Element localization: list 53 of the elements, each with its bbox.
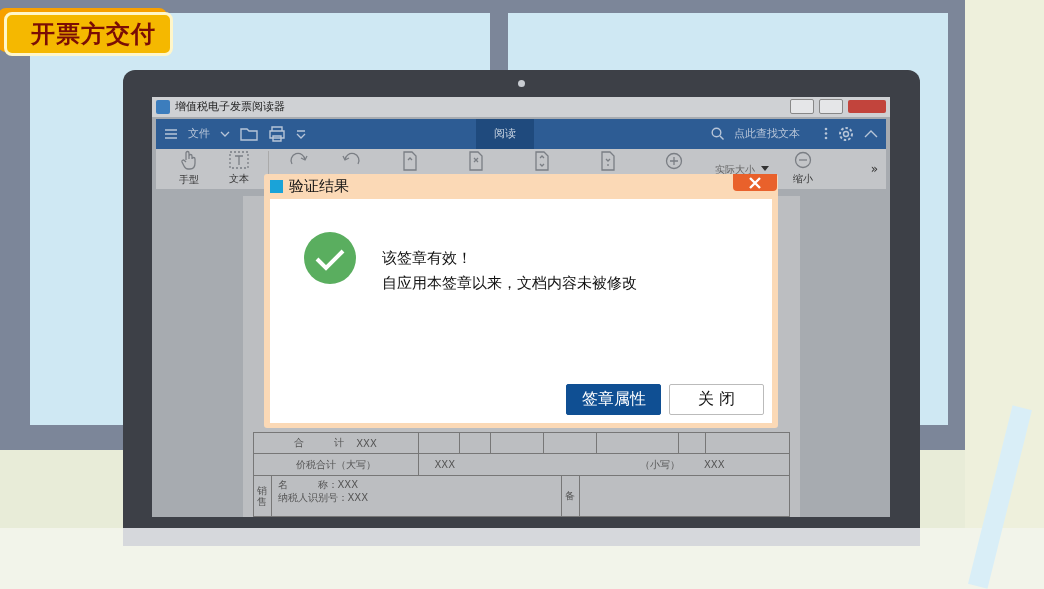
invoice-text: 销售 — [256, 485, 268, 507]
close-dialog-button[interactable]: 关 闭 — [669, 384, 764, 415]
chevron-up-icon — [864, 129, 878, 139]
zoom-out-icon — [793, 151, 812, 170]
menu-icon — [164, 127, 178, 140]
close-button[interactable] — [848, 100, 886, 114]
dialog-title: 验证结果 — [289, 177, 349, 196]
invoice-value: XXX — [356, 437, 377, 449]
dropdown-icon — [296, 128, 306, 139]
toolbar-tab[interactable]: 阅读 — [476, 118, 534, 149]
invoice-value: XXX — [337, 479, 359, 490]
settings-icon — [838, 125, 854, 142]
window-title: 增值税电子发票阅读器 — [175, 99, 285, 115]
zoom-dropdown[interactable]: 实际大小 — [715, 160, 769, 177]
dialog-message: 该签章有效！ — [382, 249, 473, 268]
signature-properties-button[interactable]: 签章属性 — [566, 384, 661, 415]
close-icon — [749, 176, 761, 189]
more-tools-button[interactable]: » — [870, 161, 878, 176]
zoom-in-icon — [665, 152, 683, 171]
search-icon — [711, 127, 724, 141]
caret-icon — [761, 165, 769, 172]
folder-icon — [240, 126, 258, 142]
app-icon — [156, 99, 170, 114]
maximize-button[interactable] — [819, 99, 843, 115]
more-options-icon — [824, 127, 828, 141]
invoice-value: XXX — [347, 492, 369, 503]
invoice-text: 备 — [564, 489, 575, 503]
hand-icon — [180, 150, 198, 171]
page-icon — [468, 151, 484, 172]
invoice-label: 合 计 — [294, 436, 345, 450]
tool-label[interactable]: 缩小 — [792, 172, 813, 187]
tool-label[interactable]: 文本 — [229, 172, 249, 187]
invoice-text: 价税合计（大写） — [295, 457, 376, 472]
chevron-down-icon — [220, 129, 230, 138]
invoice-label: 名 称： — [277, 479, 338, 490]
printer-icon — [268, 125, 286, 142]
search-field[interactable]: 点此查找文本 — [734, 126, 800, 142]
tool-label[interactable]: 手型 — [179, 173, 199, 188]
invoice-value: XXX — [434, 459, 456, 470]
zoom-value: 实际大小 — [715, 162, 755, 177]
dialog-icon — [270, 180, 283, 193]
close-button[interactable] — [733, 174, 777, 191]
file-menu[interactable]: 文件 — [188, 126, 210, 142]
invoice-label: 纳税人识别号： — [277, 492, 348, 503]
page-icon — [534, 151, 550, 172]
camera-icon — [518, 80, 525, 87]
dialog-message: 自应用本签章以来，文档内容未被修改 — [382, 274, 637, 293]
invoice-label: （小写） — [639, 457, 680, 472]
minimize-button[interactable] — [790, 99, 814, 115]
text-select-icon — [229, 151, 249, 170]
page-icon — [600, 151, 616, 172]
invoice-value: XXX — [703, 459, 725, 470]
page-icon — [402, 151, 418, 172]
